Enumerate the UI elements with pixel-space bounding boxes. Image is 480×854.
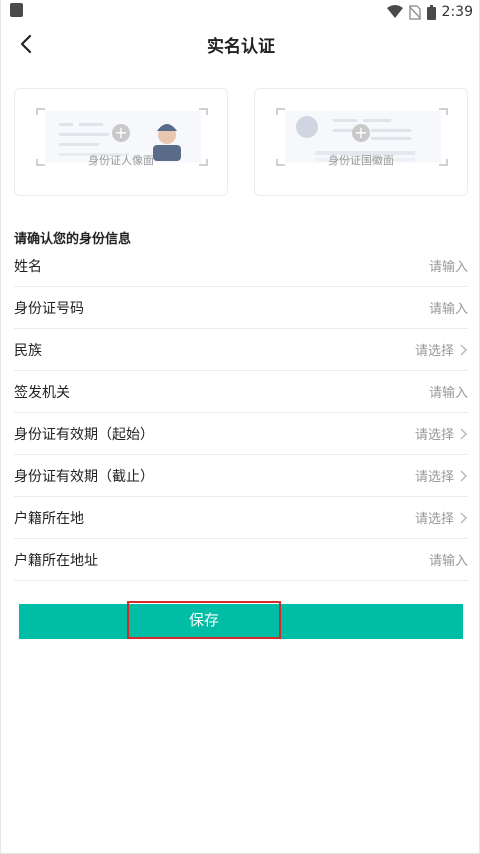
household-region-select[interactable]: 户籍所在地 请选择 (14, 497, 468, 539)
chevron-right-icon (460, 511, 468, 524)
add-photo-icon: + (352, 124, 370, 142)
chevron-right-icon (460, 343, 468, 356)
issuing-authority-field[interactable]: 签发机关 请输入 (14, 371, 468, 413)
field-placeholder: 请输入 (428, 260, 468, 275)
field-label: 户籍所在地 (14, 510, 84, 527)
app-notification-icon (10, 3, 23, 17)
name-field[interactable]: 姓名 请输入 (14, 245, 468, 287)
field-placeholder: 请选择 (414, 428, 454, 443)
status-bar: 2:39 (1, 0, 480, 24)
validity-end-select[interactable]: 身份证有效期（截止） 请选择 (14, 455, 468, 497)
battery-icon (426, 4, 436, 20)
household-address-field[interactable]: 户籍所在地址 请输入 (14, 539, 468, 581)
chevron-right-icon (460, 469, 468, 482)
no-sim-icon (408, 4, 421, 20)
field-label: 身份证有效期（截止） (14, 468, 154, 485)
identity-form: 姓名 请输入 身份证号码 请输入 民族 请选择 签发机关 请输入 身份证有效期（… (14, 245, 468, 581)
add-photo-icon: + (112, 124, 130, 142)
id-card-back-caption: 身份证国徽面 (328, 154, 394, 167)
id-number-field[interactable]: 身份证号码 请输入 (14, 287, 468, 329)
field-placeholder: 请选择 (414, 470, 454, 485)
validity-start-select[interactable]: 身份证有效期（起始） 请选择 (14, 413, 468, 455)
field-placeholder: 请输入 (428, 302, 468, 317)
status-icons: 2:39 (386, 2, 473, 22)
save-button[interactable]: 保存 (127, 601, 281, 639)
field-label: 户籍所在地址 (14, 552, 98, 569)
field-label: 身份证有效期（起始） (14, 426, 154, 443)
id-card-front-caption: 身份证人像面 (88, 154, 154, 167)
nav-bar: 实名认证 (1, 24, 480, 64)
field-placeholder: 请输入 (428, 386, 468, 401)
id-card-back-upload[interactable]: + 身份证国徽面 (254, 88, 468, 196)
chevron-right-icon (460, 427, 468, 440)
save-button-bar[interactable]: 保存 (19, 601, 463, 639)
field-placeholder: 请选择 (414, 512, 454, 527)
field-placeholder: 请选择 (414, 344, 454, 359)
field-placeholder: 请输入 (428, 554, 468, 569)
wifi-icon (386, 5, 403, 18)
field-label: 民族 (14, 342, 42, 359)
field-label: 姓名 (14, 258, 42, 275)
ethnicity-select[interactable]: 民族 请选择 (14, 329, 468, 371)
clock-time: 2:39 (441, 4, 473, 20)
field-label: 身份证号码 (14, 300, 84, 317)
page-title: 实名认证 (207, 37, 275, 57)
field-label: 签发机关 (14, 384, 70, 401)
id-card-front-upload[interactable]: + 身份证人像面 (14, 88, 228, 196)
